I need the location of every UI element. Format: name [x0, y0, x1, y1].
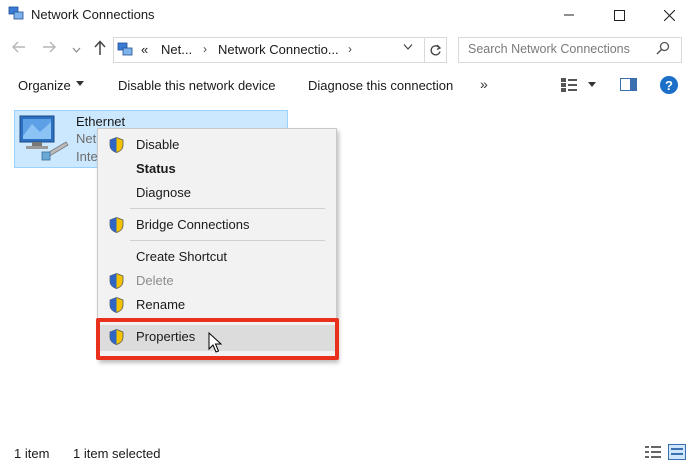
- menu-item-label: Bridge Connections: [136, 217, 250, 232]
- up-arrow-icon: [94, 40, 106, 55]
- breadcrumb-separator-icon[interactable]: ›: [203, 42, 207, 56]
- mouse-cursor-icon: [208, 331, 223, 357]
- uac-shield-icon: [109, 273, 124, 292]
- menu-item-label: Disable: [136, 137, 180, 152]
- organize-menu-button[interactable]: Organize: [18, 78, 71, 93]
- recent-locations-button[interactable]: [72, 43, 81, 58]
- menu-item-status[interactable]: Status: [98, 157, 336, 181]
- window-title: Network Connections: [31, 7, 155, 22]
- breadcrumb-separator-icon[interactable]: ›: [348, 42, 352, 56]
- connection-network-status: Net: [76, 131, 97, 146]
- change-view-icon[interactable]: [561, 78, 577, 95]
- status-item-count: 1 item: [14, 446, 50, 461]
- uac-shield-icon: [109, 217, 124, 236]
- breadcrumb-item-network-connections[interactable]: Network Connectio...: [218, 42, 339, 57]
- details-view-icon[interactable]: [645, 445, 661, 462]
- back-arrow-icon: [12, 41, 25, 53]
- caret-down-icon[interactable]: [76, 81, 84, 86]
- more-commands-button[interactable]: »: [480, 76, 488, 92]
- menu-item-label: Status: [136, 161, 176, 176]
- breadcrumb-prefix[interactable]: «: [141, 42, 148, 57]
- close-icon: [663, 9, 675, 21]
- refresh-icon: [430, 44, 441, 55]
- network-connections-icon: [8, 5, 24, 21]
- help-icon[interactable]: ?: [660, 76, 678, 94]
- menu-item-label: Create Shortcut: [136, 249, 228, 264]
- maximize-button[interactable]: [596, 0, 642, 30]
- menu-item-label: Delete: [136, 273, 174, 288]
- menu-item-rename[interactable]: Rename: [98, 293, 336, 317]
- refresh-button[interactable]: [424, 37, 447, 63]
- menu-divider: [130, 208, 325, 209]
- forward-arrow-icon: [43, 41, 56, 53]
- status-selected-count: 1 item selected: [73, 446, 161, 461]
- tiles-view-icon[interactable]: [668, 444, 686, 463]
- menu-item-diagnose[interactable]: Diagnose: [98, 181, 336, 205]
- up-button[interactable]: [93, 40, 107, 61]
- forward-button[interactable]: [42, 40, 56, 58]
- minimize-button[interactable]: [546, 0, 592, 30]
- view-options-caret-icon[interactable]: [588, 82, 596, 87]
- chevron-down-icon: [72, 47, 81, 53]
- menu-divider: [130, 240, 325, 241]
- menu-item-delete: Delete: [98, 269, 336, 293]
- address-dropdown-button[interactable]: [403, 42, 413, 54]
- preview-pane-icon[interactable]: [620, 78, 637, 91]
- breadcrumb-item-network[interactable]: Net...: [161, 42, 192, 57]
- disable-device-button[interactable]: Disable this network device: [118, 78, 276, 93]
- menu-item-label: Diagnose: [136, 185, 191, 200]
- close-button[interactable]: [646, 0, 692, 30]
- chevron-down-icon: [403, 44, 413, 50]
- uac-shield-icon: [109, 137, 124, 156]
- back-button[interactable]: [12, 40, 26, 58]
- maximize-icon: [613, 9, 625, 21]
- connection-adapter-name: Inte: [76, 149, 98, 164]
- menu-item-bridge-connections[interactable]: Bridge Connections: [98, 213, 336, 237]
- menu-item-label: Rename: [136, 297, 186, 312]
- search-input[interactable]: Search Network Connections: [468, 42, 630, 56]
- minimize-icon: [564, 14, 574, 16]
- network-folder-icon: [117, 41, 133, 57]
- menu-item-disable[interactable]: Disable: [98, 133, 336, 157]
- ethernet-adapter-icon: [18, 114, 70, 165]
- diagnose-connection-button[interactable]: Diagnose this connection: [308, 78, 453, 93]
- search-icon[interactable]: [656, 41, 670, 58]
- menu-item-create-shortcut[interactable]: Create Shortcut: [98, 245, 336, 269]
- connection-name: Ethernet: [76, 114, 126, 129]
- uac-shield-icon: [109, 297, 124, 316]
